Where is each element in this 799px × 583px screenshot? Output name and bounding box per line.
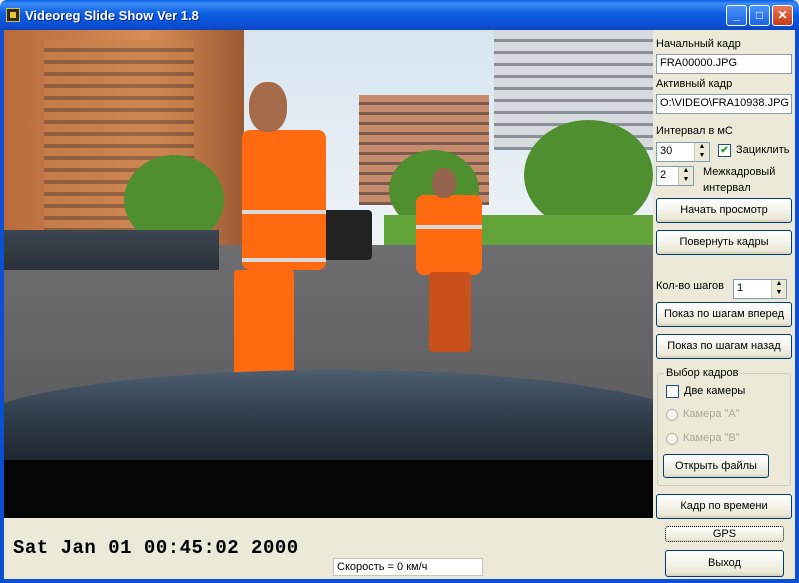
exit-button[interactable]: Выход [665, 550, 784, 577]
interval-stepper[interactable]: 30 ▲ ▼ [656, 142, 710, 162]
maximize-button[interactable]: □ [749, 5, 770, 26]
speed-field: Скорость = 0 км/ч [333, 558, 483, 576]
active-frame-field[interactable]: O:\VIDEO\FRA10938.JPG [656, 94, 792, 114]
rotate-frames-button[interactable]: Повернуть кадры [656, 230, 792, 255]
interval-label: Интервал в мС [656, 125, 733, 137]
window-border-right [795, 30, 799, 583]
camera-b-radio[interactable] [666, 433, 678, 445]
status-area: Sat Jan 01 00:45:02 2000 Скорость = 0 км… [4, 518, 653, 579]
step-back-button[interactable]: Показ по шагам назад [656, 334, 792, 359]
steps-arrows[interactable]: ▲ ▼ [771, 280, 786, 298]
control-panel: Начальный кадр FRA00000.JPG Активный кад… [653, 30, 795, 579]
app-window: Videoreg Slide Show Ver 1.8 _ □ ✕ Sat Ja… [0, 0, 799, 583]
video-frame [4, 30, 653, 518]
frame-timestamp: Sat Jan 01 00:45:02 2000 [13, 537, 299, 559]
active-frame-label: Активный кадр [656, 78, 733, 90]
two-cameras-checkbox[interactable] [666, 385, 679, 398]
dashboard [4, 460, 653, 518]
camera-a-radio[interactable] [666, 409, 678, 421]
loop-label: Зациклить [736, 144, 790, 156]
interframe-arrows[interactable]: ▲ ▼ [678, 167, 693, 185]
title-bar[interactable]: Videoreg Slide Show Ver 1.8 _ □ ✕ [0, 0, 799, 30]
close-button[interactable]: ✕ [772, 5, 793, 26]
open-files-button[interactable]: Открыть файлы [663, 454, 769, 478]
frame-by-time-button[interactable]: Кадр по времени [656, 494, 792, 519]
window-border-bottom [0, 579, 799, 583]
app-icon [6, 8, 20, 22]
start-frame-label: Начальный кадр [656, 38, 741, 50]
gps-button[interactable]: GPS [665, 526, 784, 542]
camera-b-label: Камера "В" [683, 432, 740, 444]
camera-a-label: Камера "А" [683, 408, 740, 420]
loop-checkbox[interactable]: ✔ [718, 144, 731, 157]
steps-value: 1 [737, 282, 744, 294]
interframe-label-line2: интервал [703, 182, 751, 194]
window-title: Videoreg Slide Show Ver 1.8 [25, 8, 199, 23]
interval-value: 30 [660, 145, 673, 157]
frame-select-title: Выбор кадров [664, 367, 741, 379]
start-view-button[interactable]: Начать просмотр [656, 198, 792, 223]
interval-arrows[interactable]: ▲ ▼ [694, 143, 709, 161]
interframe-value: 2 [660, 169, 667, 181]
steps-label: Кол-во шагов [656, 280, 724, 292]
start-frame-field[interactable]: FRA00000.JPG [656, 54, 792, 74]
step-forward-button[interactable]: Показ по шагам вперед [656, 302, 792, 327]
frame-select-group: Выбор кадров Две камеры Камера "А" Камер… [657, 367, 791, 486]
parked-cars [4, 230, 219, 270]
interframe-stepper[interactable]: 2 ▲ ▼ [656, 166, 694, 186]
car-ahead [322, 210, 372, 260]
minimize-button[interactable]: _ [726, 5, 747, 26]
tree-right [524, 120, 653, 230]
steps-stepper[interactable]: 1 ▲ ▼ [733, 279, 787, 299]
interframe-label-line1: Межкадровый [703, 166, 776, 178]
two-cameras-label: Две камеры [684, 385, 746, 397]
